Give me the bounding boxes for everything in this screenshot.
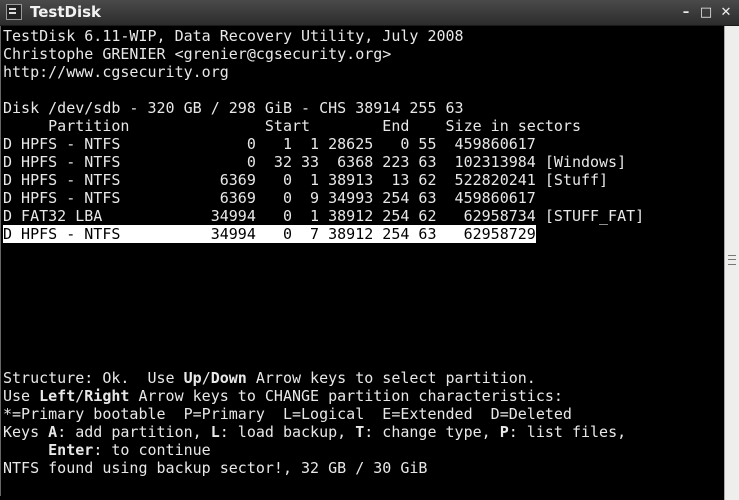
key-left: Left	[39, 387, 76, 405]
title-bar[interactable]: TestDisk – □ ✕	[0, 0, 739, 26]
terminal-area[interactable]: TestDisk 6.11-WIP, Data Recovery Utility…	[0, 26, 725, 496]
help-line-enter: Enter: to continue	[48, 441, 211, 459]
key-t: T	[355, 423, 365, 441]
scrollbar[interactable]	[724, 26, 739, 500]
partition-row[interactable]: D FAT32 LBA 34994 0 1 38912 254 62 62958…	[3, 207, 644, 225]
partition-row[interactable]: D HPFS - NTFS 0 1 1 28625 0 55 459860617	[3, 135, 536, 153]
disk-info: Disk /dev/sdb - 320 GB / 298 GiB - CHS 3…	[3, 99, 464, 117]
key-l: L	[210, 423, 220, 441]
partition-row[interactable]: D HPFS - NTFS 0 32 33 6368 223 63 102313…	[3, 153, 626, 171]
partition-table-header: Partition Start End Size in sectors	[3, 117, 581, 135]
minimize-button[interactable]: –	[677, 4, 695, 21]
terminal-icon[interactable]	[6, 4, 22, 20]
status-message: NTFS found using backup sector!, 32 GB /…	[3, 459, 428, 477]
help-line-legend: *=Primary bootable P=Primary L=Logical E…	[3, 405, 572, 423]
key-down: Down	[210, 369, 247, 387]
maximize-button[interactable]: □	[697, 4, 715, 21]
key-up: Up	[183, 369, 202, 387]
header-author: Christophe GRENIER <grenier@cgsecurity.o…	[3, 45, 392, 63]
key-right: Right	[84, 387, 130, 405]
help-line-change: Use Left/Right Arrow keys to CHANGE part…	[3, 387, 563, 405]
key-p: P	[499, 423, 509, 441]
key-enter: Enter	[48, 441, 94, 459]
close-button[interactable]: ✕	[717, 4, 735, 21]
header-url: http://www.cgsecurity.org	[3, 63, 229, 81]
key-a: A	[48, 423, 58, 441]
partition-row-selected[interactable]: D HPFS - NTFS 34994 0 7 38912 254 63 629…	[3, 225, 536, 243]
header-version: TestDisk 6.11-WIP, Data Recovery Utility…	[3, 27, 464, 45]
help-line-keys: Keys A: add partition, L: load backup, T…	[3, 423, 627, 441]
partition-row[interactable]: D HPFS - NTFS 6369 0 9 34993 254 63 4598…	[3, 189, 536, 207]
testdisk-window: TestDisk – □ ✕ TestDisk 6.11-WIP, Data R…	[0, 0, 739, 500]
window-title: TestDisk	[30, 3, 102, 21]
help-line-navigation: Structure: Ok. Use Up/Down Arrow keys to…	[3, 369, 536, 387]
scrollbar-grip-icon[interactable]	[728, 255, 736, 265]
selected-row-text: D HPFS - NTFS 34994 0 7 38912 254 63 629…	[3, 225, 536, 243]
partition-row[interactable]: D HPFS - NTFS 6369 0 1 38913 13 62 52282…	[3, 171, 608, 189]
